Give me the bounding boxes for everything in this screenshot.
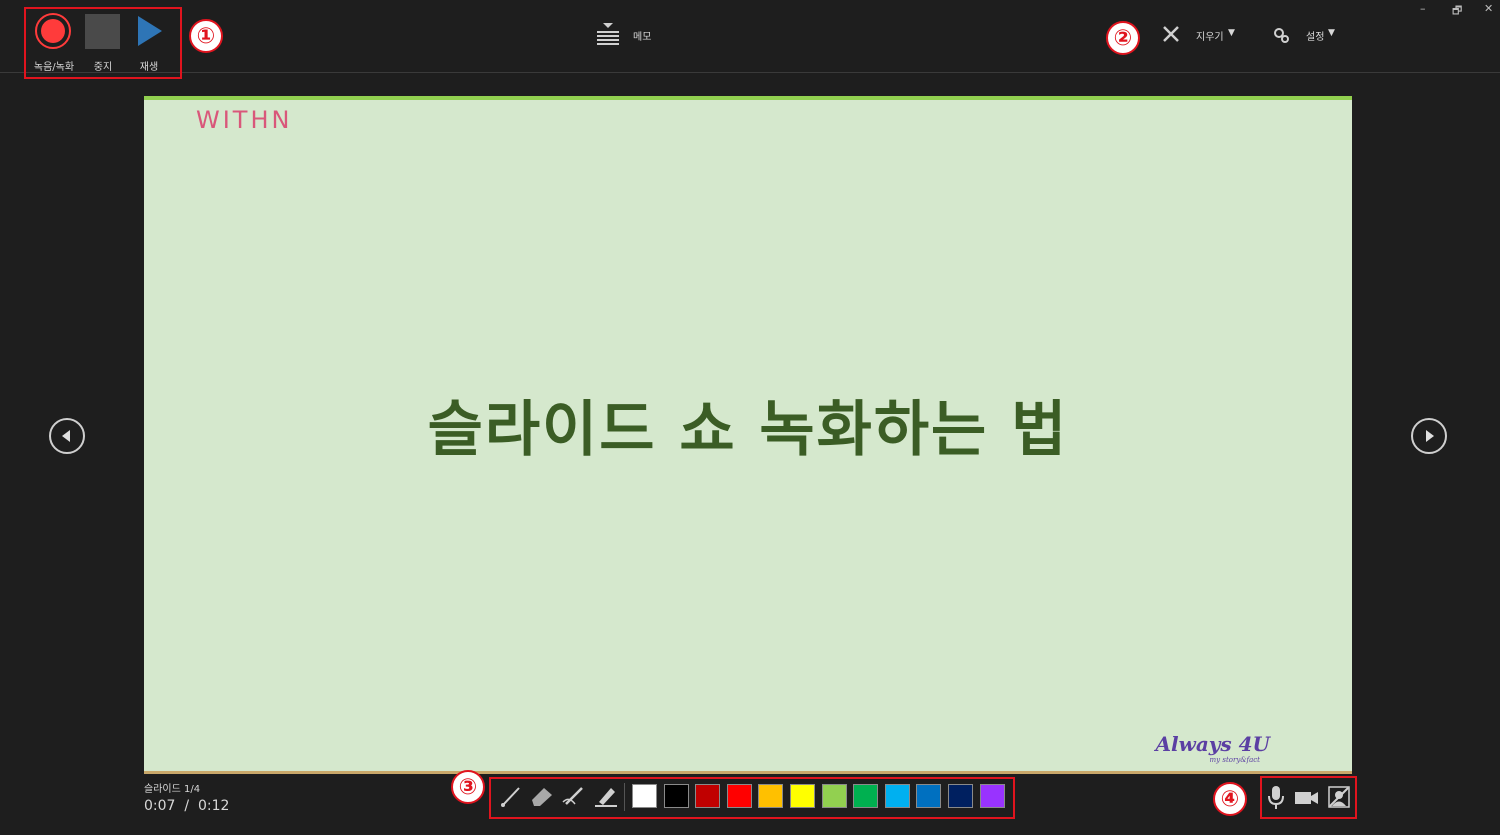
settings-label[interactable]: 설정 [1306,28,1324,43]
recording-time: 0:07 / 0:12 [144,798,230,814]
camera-preview-toggle[interactable] [1327,785,1351,813]
clear-button[interactable] [1162,25,1180,47]
stop-button[interactable] [85,14,120,49]
callout-4: ④ [1213,782,1247,816]
notes-label: 메모 [633,32,652,43]
brand-watermark: Always 4U [1155,732,1271,756]
pencil-icon [562,787,583,805]
pen-color-swatch[interactable] [884,784,910,808]
notes-button[interactable] [596,22,620,50]
pen-color-palette [632,784,1005,808]
camera-toggle[interactable] [1294,788,1320,812]
notes-icon [597,23,619,45]
pen-color-swatch[interactable] [979,784,1005,808]
next-slide-icon [1426,430,1434,442]
highlighter-icon [595,788,617,807]
slide-canvas: WITHN 슬라이드 쇼 녹화하는 법 Always 4U my story&f… [144,96,1352,774]
record-icon [35,13,71,49]
microphone-icon [1268,786,1284,809]
play-label: 재생 [139,62,159,73]
callout-2: ② [1106,21,1140,55]
pen-icon [501,787,520,807]
settings-button[interactable] [1272,26,1290,48]
stop-label: 중지 [93,62,113,73]
record-button[interactable] [34,12,72,54]
slide-bottom-accent [144,771,1352,774]
laser-pointer-tool[interactable] [561,784,587,812]
pen-color-swatch[interactable] [758,784,784,808]
pen-color-swatch[interactable] [695,784,721,808]
previous-slide-button[interactable] [49,418,85,454]
gear-icon [1274,28,1289,43]
play-icon [138,16,162,46]
close-window-button[interactable]: ✕ [1484,2,1493,15]
microphone-toggle[interactable] [1266,785,1286,815]
camera-icon [1295,792,1318,804]
restore-button[interactable]: 🗗 [1452,2,1462,21]
slide-title: 슬라이드 쇼 녹화하는 법 [427,395,1069,465]
pen-color-swatch[interactable] [632,784,657,808]
pen-color-swatch[interactable] [663,784,689,808]
pen-color-swatch[interactable] [916,784,942,808]
pen-color-swatch[interactable] [821,784,847,808]
slide-top-accent [144,96,1352,100]
pen-color-swatch[interactable] [726,784,752,808]
camera-preview-off-icon [1328,786,1350,808]
next-slide-button[interactable] [1411,418,1447,454]
eraser-icon [532,788,552,806]
clear-label[interactable]: 지우기 [1196,28,1224,43]
brand-watermark-sub: my story&fact [1209,756,1260,764]
pen-color-swatch[interactable] [947,784,973,808]
callout-1: ① [189,19,223,53]
pen-color-swatch[interactable] [789,784,815,808]
settings-dropdown-icon[interactable]: ▼ [1328,28,1335,38]
minimize-button[interactable]: – [1420,2,1426,15]
highlighter-tool[interactable] [593,784,619,812]
record-label: 녹음/녹화 [33,62,75,73]
callout-3: ③ [451,770,485,804]
clear-dropdown-icon[interactable]: ▼ [1228,28,1235,38]
play-button[interactable] [136,14,164,52]
pen-tool[interactable] [499,784,523,812]
close-x-icon [1163,26,1179,42]
slide-logo: WITHN [196,106,293,134]
previous-slide-icon [62,430,70,442]
pen-color-swatch[interactable] [853,784,879,808]
slide-counter: 슬라이드 1/4 [144,784,201,795]
eraser-tool[interactable] [529,784,555,812]
toolbar-divider [624,783,625,811]
